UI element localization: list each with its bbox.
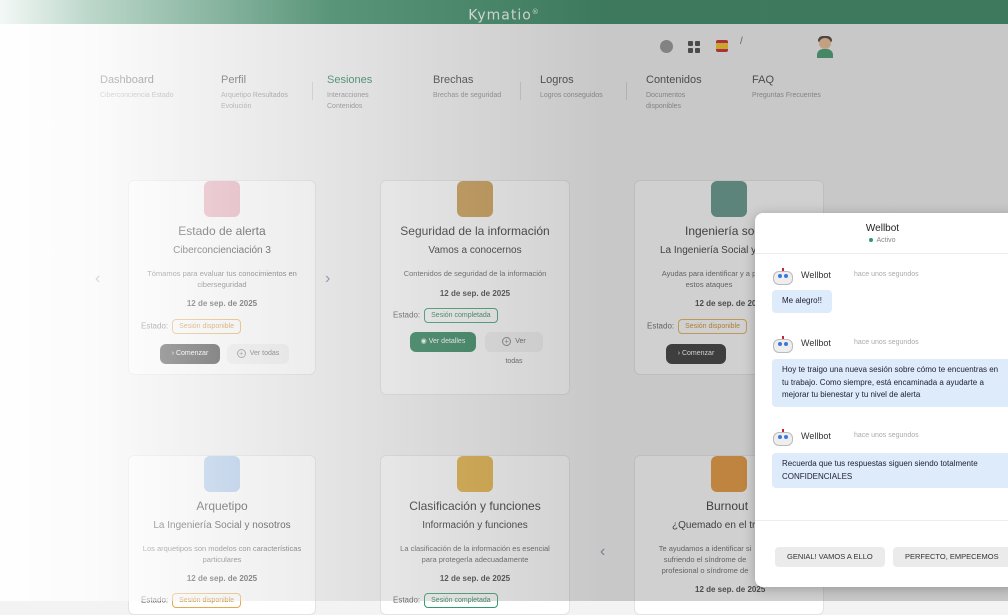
status-badge: Sesión disponible: [172, 319, 242, 334]
ring-icon: [204, 456, 240, 492]
flame-icon: [711, 456, 747, 492]
spain-flag-icon[interactable]: [716, 40, 728, 52]
start-button[interactable]: › Comenzar: [160, 344, 220, 364]
nav-perfil[interactable]: Perfil Arquetipo Resultados Evolución: [221, 74, 306, 112]
fingerprint-icon: [711, 181, 747, 217]
session-card: Clasificación y funciones Información y …: [380, 455, 570, 615]
separator-slash: /: [740, 36, 743, 47]
carousel-prev-arrow[interactable]: ‹: [600, 543, 605, 561]
chat-message: Recuerda que tus respuestas siguen siend…: [772, 453, 1008, 488]
card-subtitle: Ciberconcienciación 3: [173, 245, 271, 256]
card-subtitle: Vamos a conocernos: [428, 245, 522, 256]
chat-title: Wellbot: [865, 223, 900, 234]
card-title: Estado de alerta: [178, 224, 266, 238]
main-nav: Dashboard Ciberconciencia Estado Perfil Ar…: [100, 74, 860, 114]
robot-icon: [772, 336, 794, 354]
shield-icon: [457, 181, 493, 217]
card-description: Ayudas para identificar y a p estos ataq…: [661, 269, 757, 289]
card-subtitle: La Ingeniería Social y nosotros: [153, 520, 291, 531]
nav-brechas[interactable]: Brechas Brechas de seguridad: [433, 74, 518, 101]
avatar[interactable]: [815, 34, 835, 58]
card-date: 12 de sep. de 2025: [186, 574, 258, 583]
card-description: Te ayudamos a identificar si sufriendo e…: [658, 544, 752, 575]
card-date: 12 de sep. de 2025: [439, 289, 511, 298]
chat-status: Activo: [755, 237, 1008, 244]
nav-sesiones[interactable]: Sesiones Interacciones Contenidos: [327, 74, 387, 112]
chat-message: Me alegro!!: [772, 290, 833, 313]
server-icon: [457, 456, 493, 492]
session-card: Arquetipo La Ingeniería Social y nosotro…: [128, 455, 316, 615]
status-badge: Sesión completada: [424, 308, 498, 323]
card-description: Tómamos para evaluar tus conocimientos e…: [147, 269, 297, 289]
card-description: Contenidos de seguridad de la informació…: [403, 269, 547, 278]
card-date: 12 de sep. de 2025: [439, 574, 511, 583]
card-title: Clasificación y funciones: [409, 499, 541, 513]
card-status: Estado: Sesión disponible: [647, 319, 748, 334]
card-status: Estado: Sesión disponible: [141, 319, 242, 334]
card-description: La clasificación de la información es es…: [400, 544, 550, 564]
quick-reply-button[interactable]: GENIAL! VAMOS A ELLO: [775, 547, 885, 567]
start-button[interactable]: › Comenzar: [666, 344, 726, 364]
card-title: Arquetipo: [196, 499, 248, 513]
brand-logo[interactable]: Kymatio®: [0, 0, 1008, 28]
session-card: Seguridad de la información Vamos a cono…: [380, 180, 570, 395]
user-circle-icon[interactable]: [660, 40, 673, 53]
grid-icon[interactable]: [688, 41, 700, 53]
view-all-button[interactable]: + Ver todas: [485, 332, 543, 365]
robot-icon: [772, 268, 794, 286]
card-description: Los arquetipos son modelos con caracterí…: [142, 544, 302, 564]
carousel-next-arrow[interactable]: ›: [325, 270, 330, 288]
card-subtitle: Información y funciones: [422, 520, 528, 531]
view-all-button[interactable]: + Ver todas: [227, 344, 289, 364]
card-status: Estado: Sesión completada: [393, 308, 498, 323]
status-badge: Sesión disponible: [678, 319, 748, 334]
card-title: Seguridad de la información: [400, 224, 550, 238]
nav-faq[interactable]: FAQ Preguntas Frecuentes: [752, 74, 842, 101]
carousel-prev-arrow[interactable]: ‹: [95, 270, 100, 288]
quick-reply-button[interactable]: PERFECTO, EMPECEMOS: [893, 547, 1008, 567]
robot-icon: [772, 429, 794, 447]
top-bar: Kymatio®: [0, 0, 1008, 24]
session-card: Estado de alerta Ciberconcienciación 3 T…: [128, 180, 316, 375]
lock-icon: [204, 181, 240, 217]
nav-logros[interactable]: Logros Logros conseguidos: [540, 74, 620, 101]
card-date: 12 de sep. de 2025: [186, 299, 258, 308]
view-details-button[interactable]: ◉ Ver detalles: [410, 332, 476, 352]
nav-contenidos[interactable]: Contenidos Documentos disponibles: [646, 74, 706, 112]
nav-dashboard[interactable]: Dashboard Ciberconciencia Estado: [100, 74, 200, 101]
wellbot-chat-panel: Wellbot Activo Wellbot hace unos segundos…: [755, 213, 1008, 587]
chat-message: Hoy te traigo una nueva sesión sobre cóm…: [772, 359, 1008, 407]
